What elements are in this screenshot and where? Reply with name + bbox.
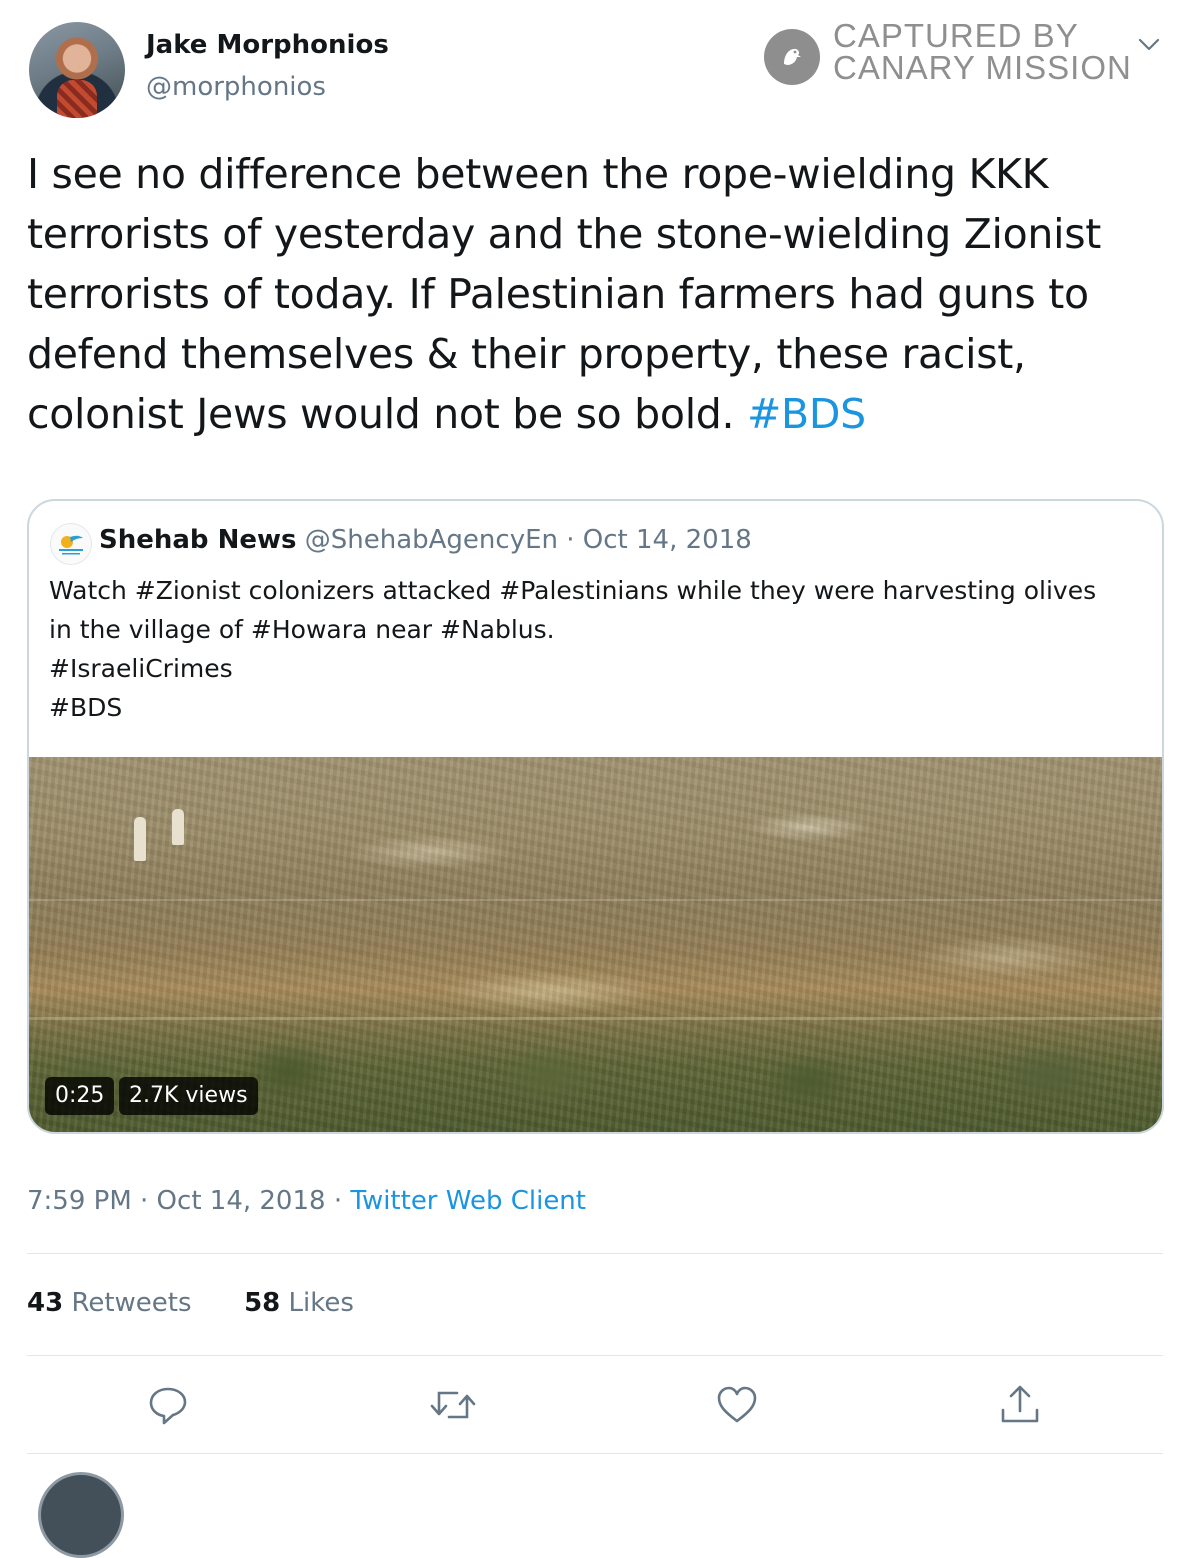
tweet-timestamp: 7:59 PM · Oct 14, 2018 · Twitter Web Cli…: [27, 1186, 586, 1216]
quoted-meta: @ShehabAgencyEn · Oct 14, 2018: [304, 525, 752, 555]
tweet-body: I see no difference between the rope-wie…: [27, 150, 1102, 438]
retweets-count: 43: [27, 1288, 64, 1318]
tweet-text: I see no difference between the rope-wie…: [27, 144, 1147, 444]
share-icon[interactable]: [998, 1383, 1042, 1427]
retweets-label: Retweets: [63, 1288, 192, 1318]
retweet-icon[interactable]: [429, 1383, 476, 1427]
reply-icon[interactable]: [146, 1383, 190, 1427]
divider: [27, 1253, 1163, 1254]
likes-label: Likes: [280, 1288, 354, 1318]
divider: [27, 1355, 1163, 1356]
author-name[interactable]: Jake Morphonios: [146, 30, 389, 60]
quoted-avatar: [50, 523, 92, 565]
author-handle[interactable]: @morphonios: [146, 72, 326, 102]
retweets-stat[interactable]: 43 Retweets: [27, 1288, 192, 1318]
video-player[interactable]: 0:25 2.7K views: [29, 757, 1162, 1132]
quoted-author-name[interactable]: Shehab News: [99, 525, 296, 555]
quoted-tweet[interactable]: Shehab News @ShehabAgencyEn · Oct 14, 20…: [27, 499, 1164, 1134]
likes-stat[interactable]: 58 Likes: [244, 1288, 354, 1318]
canary-mission-logo-icon: [764, 29, 820, 85]
likes-count: 58: [244, 1288, 281, 1318]
watermark: CAPTURED BY CANARY MISSION: [833, 17, 1133, 86]
next-reply-avatar[interactable]: [38, 1472, 124, 1558]
quoted-text: Watch #Zionist colonizers attacked #Pale…: [49, 576, 1097, 722]
chevron-down-icon[interactable]: [1135, 30, 1163, 58]
tweet-stats: 43 Retweets 58 Likes: [27, 1288, 354, 1318]
watermark-line-2: CANARY MISSION: [833, 49, 1132, 86]
tweet-time[interactable]: 7:59 PM · Oct 14, 2018 ·: [27, 1186, 350, 1216]
tweet-source[interactable]: Twitter Web Client: [350, 1186, 586, 1216]
video-views: 2.7K views: [119, 1077, 258, 1115]
hashtag-link[interactable]: #BDS: [747, 390, 866, 438]
video-figure: [134, 817, 146, 861]
like-icon[interactable]: [715, 1383, 759, 1427]
watermark-line-1: CAPTURED BY: [833, 17, 1079, 54]
video-figure: [172, 809, 184, 845]
author-avatar[interactable]: [29, 22, 125, 118]
video-duration: 0:25: [45, 1077, 115, 1115]
quoted-header: Shehab News @ShehabAgencyEn · Oct 14, 20…: [99, 525, 752, 555]
divider: [27, 1453, 1163, 1454]
